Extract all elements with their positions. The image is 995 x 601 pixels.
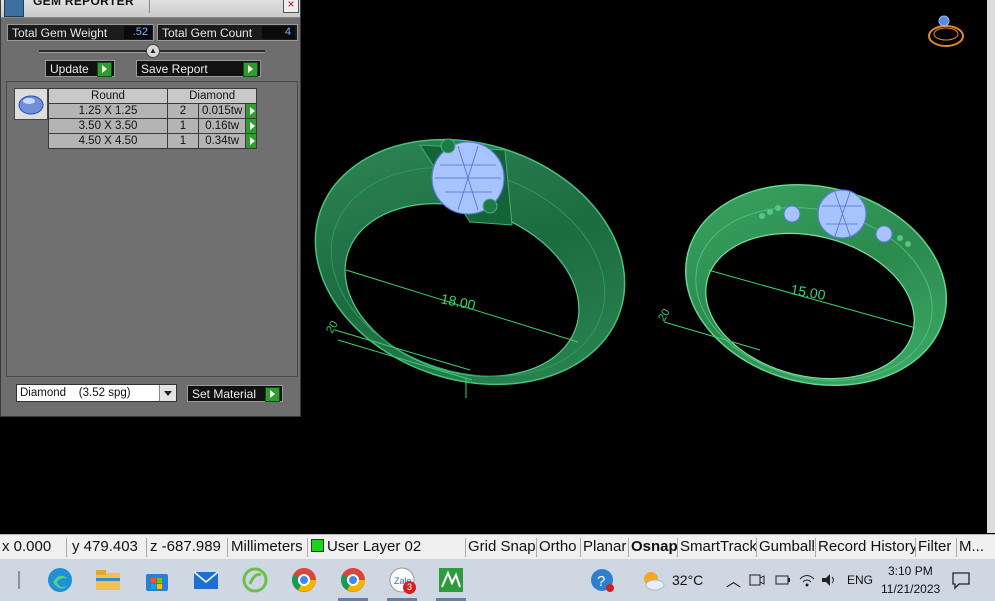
close-icon[interactable]: × [283,0,299,13]
app-leaf-icon[interactable] [242,567,268,593]
mail-icon[interactable] [193,567,219,593]
gem-reporter-icon [4,0,24,17]
material-dropdown[interactable]: Diamond (3.52 spg) [16,384,177,402]
battery-icon[interactable] [773,571,791,589]
chrome-icon[interactable] [291,567,317,593]
total-gem-count-value: 4 [262,26,295,39]
toggle-more[interactable]: M... [956,538,989,557]
gem-weight: 0.34tw [197,133,247,149]
volume-icon[interactable] [820,571,838,589]
toggle-grid-snap[interactable]: Grid Snap [465,538,536,557]
weather-icon[interactable] [640,567,666,593]
material-dropdown-value: Diamond (3.52 spg) [20,387,131,399]
total-gem-count-box: Total Gem Count 4 [157,24,298,41]
gem-qty: 1 [167,118,199,134]
notification-badge: 3 [403,581,416,594]
gem-size: 3.50 X 3.50 [48,118,168,134]
chrome-profile-icon[interactable] [340,567,366,593]
set-material-button-label: Set Material [192,387,257,401]
gem-size: 4.50 X 4.50 [48,133,168,149]
gem-weight: 0.015tw [197,103,247,119]
toggle-smarttrack[interactable]: SmartTrack [677,538,756,557]
gem-table: Round Diamond 1.25 X 1.25 2 0.015tw 3.50… [48,88,258,149]
gem-size: 1.25 X 1.25 [48,103,168,119]
total-gem-weight-value: .52 [124,26,152,39]
layer-color-swatch [311,539,324,552]
save-report-button-label: Save Report [141,62,208,76]
edge-browser-icon[interactable] [47,567,73,593]
gem-table-header: Round Diamond [48,88,258,104]
table-row[interactable]: 4.50 X 4.50 1 0.34tw [48,133,258,149]
gem-reporter-panel: GEM REPORTER × Total Gem Weight .52 Tota… [0,0,301,417]
clock-date[interactable]: 11/21/2023 [881,582,940,596]
callout-label-left: 20 [324,319,341,336]
gem-qty: 1 [167,133,199,149]
column-header-material: Diamond [166,88,258,104]
current-layer-label: User Layer 02 [327,538,422,555]
weather-temp[interactable]: 32°C [672,572,703,588]
select-arrow-icon[interactable] [245,133,258,149]
toggle-planar[interactable]: Planar [580,538,628,557]
update-button-label: Update [50,62,89,76]
select-arrow-icon[interactable] [245,118,258,134]
table-row[interactable]: 1.25 X 1.25 2 0.015tw [48,103,258,119]
table-row[interactable]: 3.50 X 3.50 1 0.16tw [48,118,258,134]
chevron-down-icon[interactable] [159,385,176,401]
toggle-osnap[interactable]: Osnap [628,538,677,557]
set-material-button[interactable]: Set Material [187,385,283,402]
toggle-record-history[interactable]: Record History [815,538,916,557]
taskbar-divider [18,571,20,589]
total-gem-weight-label: Total Gem Weight [12,26,108,40]
file-explorer-icon[interactable] [95,567,121,593]
tray-chevron-up-icon[interactable]: ︿ [726,570,741,591]
save-report-button[interactable]: Save Report [136,60,261,77]
windows-taskbar: Zalo 3 ? 32°C ︿ ENG 3:10 PM 11/21/2023 [0,559,995,601]
gem-thumbnail-icon[interactable] [14,88,48,120]
units-label[interactable]: Millimeters [231,538,308,557]
panel-slider-knob[interactable]: ▲ [146,44,160,58]
titlebar-divider [149,0,150,13]
notification-center-icon[interactable] [951,570,971,590]
ring-logo-icon [928,15,964,47]
play-arrow-icon [265,387,280,402]
gem-qty: 2 [167,103,199,119]
meet-now-icon[interactable] [748,571,766,589]
coord-y: y 479.403 [72,538,147,557]
ring-left[interactable]: 18.00 20 [283,101,656,423]
toggle-ortho[interactable]: Ortho [536,538,581,557]
coord-z: z -687.989 [150,538,228,557]
help-icon[interactable]: ? [589,567,615,593]
gem-weight: 0.16tw [197,118,247,134]
language-indicator[interactable]: ENG [847,573,873,587]
wifi-icon[interactable] [798,571,816,589]
column-header-shape: Round [48,88,168,104]
callout-label-right: 20 [656,307,673,324]
ring-right[interactable]: 15.00 20 [656,158,968,412]
play-arrow-icon [243,62,258,77]
matrix-app-icon[interactable] [438,567,464,593]
gem-list: Round Diamond 1.25 X 1.25 2 0.015tw 3.50… [6,81,298,377]
current-layer[interactable]: User Layer 02 [311,538,461,557]
viewport-scrollbar[interactable] [987,0,995,533]
toggle-filter[interactable]: Filter [915,538,957,557]
select-arrow-icon[interactable] [245,103,258,119]
update-button[interactable]: Update [45,60,115,77]
panel-title: GEM REPORTER [33,0,134,8]
microsoft-store-icon[interactable] [144,567,170,593]
play-arrow-icon [97,62,112,77]
total-gem-count-label: Total Gem Count [162,26,253,40]
coord-x: x 0.000 [2,538,67,557]
gem-center-right [817,189,867,239]
toggle-gumball[interactable]: Gumball [756,538,815,557]
status-bar: x 0.000 y 479.403 z -687.989 Millimeters… [0,534,995,559]
clock-time[interactable]: 3:10 PM [888,564,933,578]
panel-titlebar[interactable]: GEM REPORTER × [1,0,300,18]
svg-text:?: ? [597,573,605,590]
total-gem-weight-box: Total Gem Weight .52 [7,24,154,41]
